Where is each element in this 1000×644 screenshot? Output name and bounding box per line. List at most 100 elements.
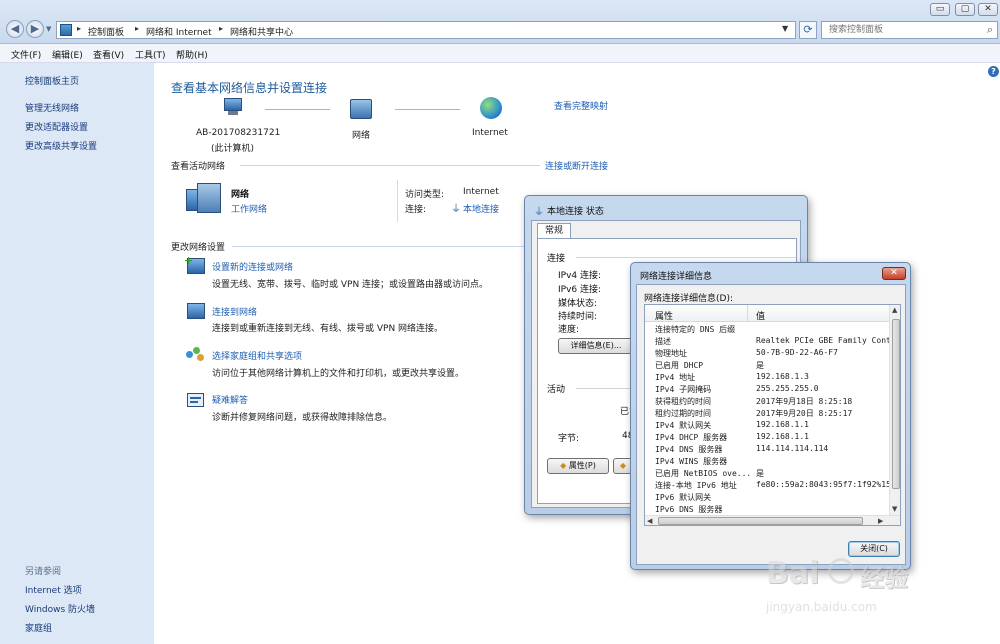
bytes-label: 字节: [558,434,580,444]
history-dropdown-icon[interactable]: ▼ [46,25,51,33]
scroll-right-icon[interactable]: ▶ [878,517,883,525]
scroll-up-icon[interactable]: ▲ [892,306,897,314]
menu-view[interactable]: 查看(V) [93,48,124,61]
network-type-link[interactable]: 工作网络 [231,202,267,215]
menu-tools[interactable]: 工具(T) [135,48,166,61]
table-row[interactable]: 已启用 DHCP 是 [645,360,889,372]
vertical-scrollbar[interactable]: ▲ ▼ [889,305,900,515]
ethernet-icon: ⏚ [534,207,544,218]
details-list-header: 属性 值 [645,305,889,322]
hscrollbar-thumb[interactable] [658,517,863,525]
table-row[interactable]: IPv4 默认网关 192.168.1.1 [645,420,889,432]
map-connector-line [265,109,330,110]
back-button[interactable]: ◀ [6,20,24,38]
paw-logo-icon [828,558,854,584]
scroll-down-icon[interactable]: ▼ [892,505,897,513]
row-value: 是 [756,361,764,370]
table-row[interactable]: 连接特定的 DNS 后缀 [645,324,889,336]
globe-icon [480,97,502,119]
row-value: 2017年9月20日 8:25:17 [756,409,853,418]
breadcrumb-separator-icon: ▸ [135,24,140,33]
search-box[interactable]: ⌕ [821,21,998,39]
task-link-homegroup[interactable]: 选择家庭组和共享选项 [212,349,302,362]
table-row[interactable]: IPv4 子网掩码 255.255.255.0 [645,384,889,396]
details-close-x-button[interactable]: ✕ [882,267,906,280]
scroll-left-icon[interactable]: ◀ [647,517,652,525]
row-property: 获得租约的时间 [655,397,711,406]
table-row[interactable]: IPv6 默认网关 [645,492,889,504]
forward-button[interactable]: ▶ [26,20,44,38]
details-close-button[interactable]: 关闭(C) [848,541,900,557]
details-button[interactable]: 详细信息(E)... [558,338,634,354]
help-icon[interactable]: ? [988,66,999,77]
sidebar-item-control-panel-home[interactable]: 控制面板主页 [25,74,79,87]
details-dialog-title: 网络连接详细信息 [640,272,713,282]
row-value: 192.168.1.1 [756,420,809,429]
task-link-connect-network[interactable]: 连接到网络 [212,305,257,318]
task-link-troubleshoot[interactable]: 疑难解答 [212,393,248,406]
row-value: 255.255.255.0 [756,384,819,393]
tab-general[interactable]: 常规 [537,223,571,239]
column-header-property[interactable]: 属性 [655,309,673,322]
table-row[interactable]: IPv4 地址 192.168.1.3 [645,372,889,384]
sidebar-item-internet-options[interactable]: Internet 选项 [25,583,82,596]
refresh-button[interactable]: ⟳ [799,21,817,39]
connection-label: 连接: [405,205,427,215]
task-desc-new-connection: 设置无线、宽带、拨号、临时或 VPN 连接；或设置路由器或访问点。 [212,280,489,290]
address-dropdown-icon[interactable]: ▼ [782,24,788,33]
troubleshoot-icon [187,393,204,407]
menu-edit[interactable]: 编辑(E) [52,48,83,61]
table-row[interactable]: 获得租约的时间 2017年9月18日 8:25:18 [645,396,889,408]
sidebar-item-adapter-settings[interactable]: 更改适配器设置 [25,120,88,133]
search-icon[interactable]: ⌕ [987,23,993,37]
details-dialog-body: 网络连接详细信息(D): 属性 值 连接特定的 DNS 后缀 描述 Realtek… [636,284,906,565]
table-row[interactable]: IPv4 DNS 服务器 114.114.114.114 [645,444,889,456]
close-button-label: 关闭(C) [860,544,888,553]
table-row[interactable]: IPv4 WINS 服务器 [645,456,889,468]
column-divider[interactable] [747,305,748,322]
watermark-url: jingyan.baidu.com [766,600,877,614]
sidebar-item-manage-wireless[interactable]: 管理无线网络 [25,101,79,114]
details-list-caption: 网络连接详细信息(D): [644,294,733,304]
breadcrumb-control-panel[interactable]: 控制面板 [88,25,124,38]
connect-disconnect-link[interactable]: 连接或断开连接 [545,159,608,172]
table-row[interactable]: 租约过期的时间 2017年9月20日 8:25:17 [645,408,889,420]
menu-bar: 文件(F) 编辑(E) 查看(V) 工具(T) 帮助(H) [0,44,1000,63]
row-property: 租约过期的时间 [655,409,711,418]
scrollbar-thumb[interactable] [892,319,900,489]
view-full-map-link[interactable]: 查看完整映射 [554,99,608,112]
breadcrumb-sharing-center[interactable]: 网络和共享中心 [230,25,293,38]
breadcrumb-network-internet[interactable]: 网络和 Internet [146,25,212,38]
local-connection-link[interactable]: 本地连接 [463,202,499,215]
search-input[interactable] [822,22,972,38]
menu-file[interactable]: 文件(F) [11,48,41,61]
breadcrumb-separator-icon: ▸ [219,24,224,33]
close-icon: ✕ [984,4,992,14]
column-header-value[interactable]: 值 [756,309,765,322]
minimize-icon: ▭ [935,4,945,14]
sidebar-item-advanced-sharing[interactable]: 更改高级共享设置 [25,139,97,152]
table-row[interactable]: 已启用 NetBIOS ove... 是 [645,468,889,480]
row-property: 物理地址 [655,349,687,358]
table-row[interactable]: 物理地址 50-7B-9D-22-A6-F7 [645,348,889,360]
section-divider [232,246,532,247]
row-value: 2017年9月18日 8:25:18 [756,397,853,406]
properties-button[interactable]: ◆ 属性(P) [547,458,609,474]
table-row[interactable]: 描述 Realtek PCIe GBE Family Contro [645,336,900,348]
details-list[interactable]: 属性 值 连接特定的 DNS 后缀 描述 Realtek PCIe GBE Fam… [644,304,901,526]
minimize-button[interactable]: ▭ [930,3,950,16]
breadcrumb-separator-icon: ▸ [77,24,82,33]
task-link-new-connection[interactable]: 设置新的连接或网络 [212,260,293,273]
close-button[interactable]: ✕ [978,3,998,16]
menu-help[interactable]: 帮助(H) [176,48,208,61]
internet-map-label: Internet [472,128,508,138]
sidebar-item-homegroup[interactable]: 家庭组 [25,621,52,634]
page-title: 查看基本网络信息并设置连接 [171,81,328,95]
address-bar[interactable]: ▸ 控制面板 ▸ 网络和 Internet ▸ 网络和共享中心 ▼ [56,21,796,39]
maximize-button[interactable]: ▢ [955,3,975,16]
table-row[interactable]: 连接-本地 IPv6 地址 fe80::59a2:8043:95f7:1f92%1… [645,480,891,492]
task-desc-troubleshoot: 诊断并修复网络问题，或获得故障排除信息。 [212,413,393,423]
horizontal-scrollbar[interactable]: ◀ ▶ [645,515,900,525]
table-row[interactable]: IPv4 DHCP 服务器 192.168.1.1 [645,432,889,444]
sidebar-item-windows-firewall[interactable]: Windows 防火墙 [25,602,95,615]
